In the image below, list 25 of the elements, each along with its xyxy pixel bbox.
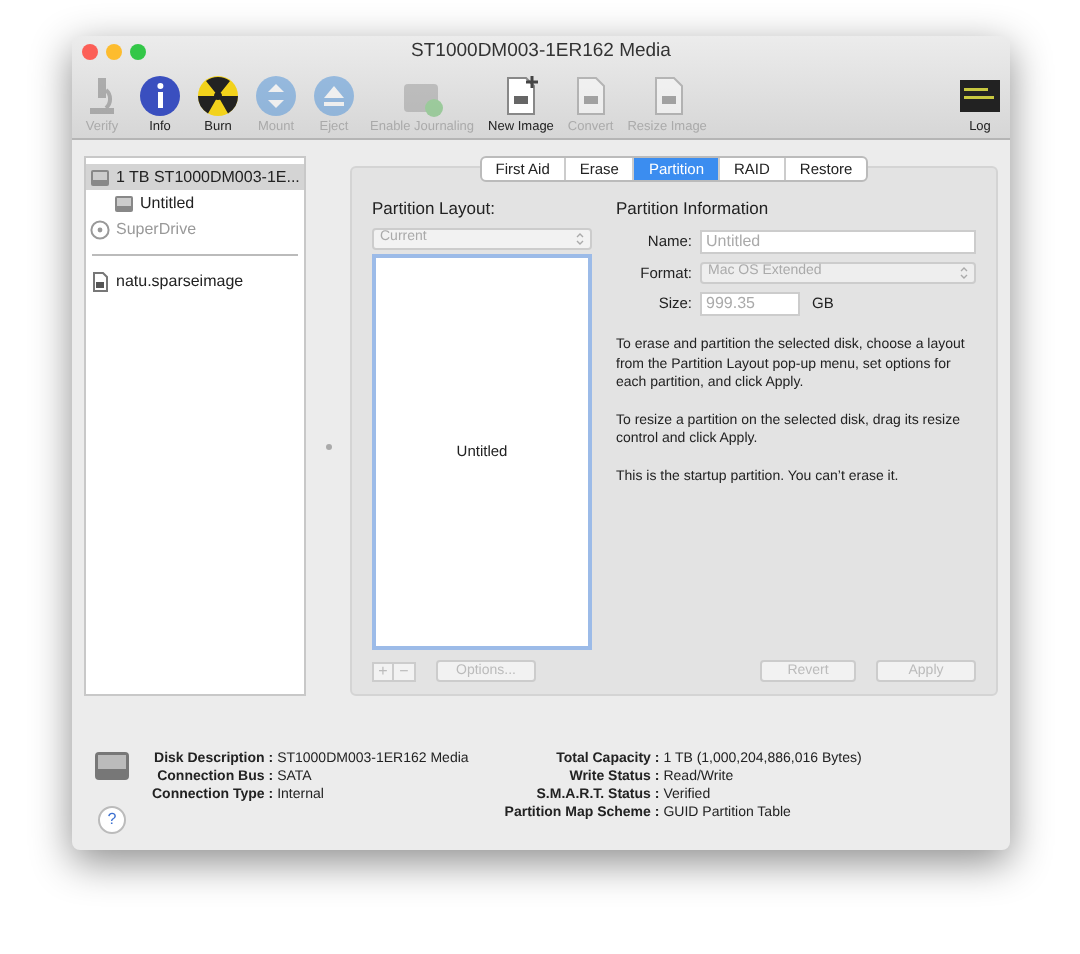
- add-button[interactable]: +: [372, 661, 394, 681]
- splitter-handle[interactable]: [325, 444, 331, 450]
- file-icon: [90, 271, 110, 291]
- info-icon: [138, 74, 182, 118]
- hard-drive-icon: [94, 750, 130, 782]
- mount-icon: [254, 74, 298, 118]
- layout-title: Partition Layout:: [372, 196, 497, 222]
- updown-chevron-icon: [960, 265, 968, 280]
- updown-chevron-icon: [576, 231, 584, 246]
- name-field[interactable]: Untitled: [700, 229, 976, 254]
- sidebar-item[interactable]: natu.sparseimage: [86, 268, 304, 294]
- info-title: Partition Information: [616, 196, 771, 222]
- disc-icon: [90, 219, 110, 239]
- help-button[interactable]: ?: [98, 806, 126, 834]
- zoom-button[interactable]: [130, 44, 146, 60]
- size-field[interactable]: 999.35: [700, 292, 800, 316]
- minimize-button[interactable]: [106, 44, 122, 60]
- close-button[interactable]: [82, 44, 98, 60]
- radiation-icon: [196, 74, 240, 118]
- console-icon: [958, 74, 1002, 118]
- eject-icon: [312, 74, 356, 118]
- sidebar-item[interactable]: 1 TB ST1000DM003-1E...: [86, 164, 304, 190]
- remove-button[interactable]: −: [394, 661, 416, 681]
- sidebar-item[interactable]: Untitled: [86, 190, 304, 216]
- window-title: ST1000DM003-1ER162 Media: [411, 37, 671, 66]
